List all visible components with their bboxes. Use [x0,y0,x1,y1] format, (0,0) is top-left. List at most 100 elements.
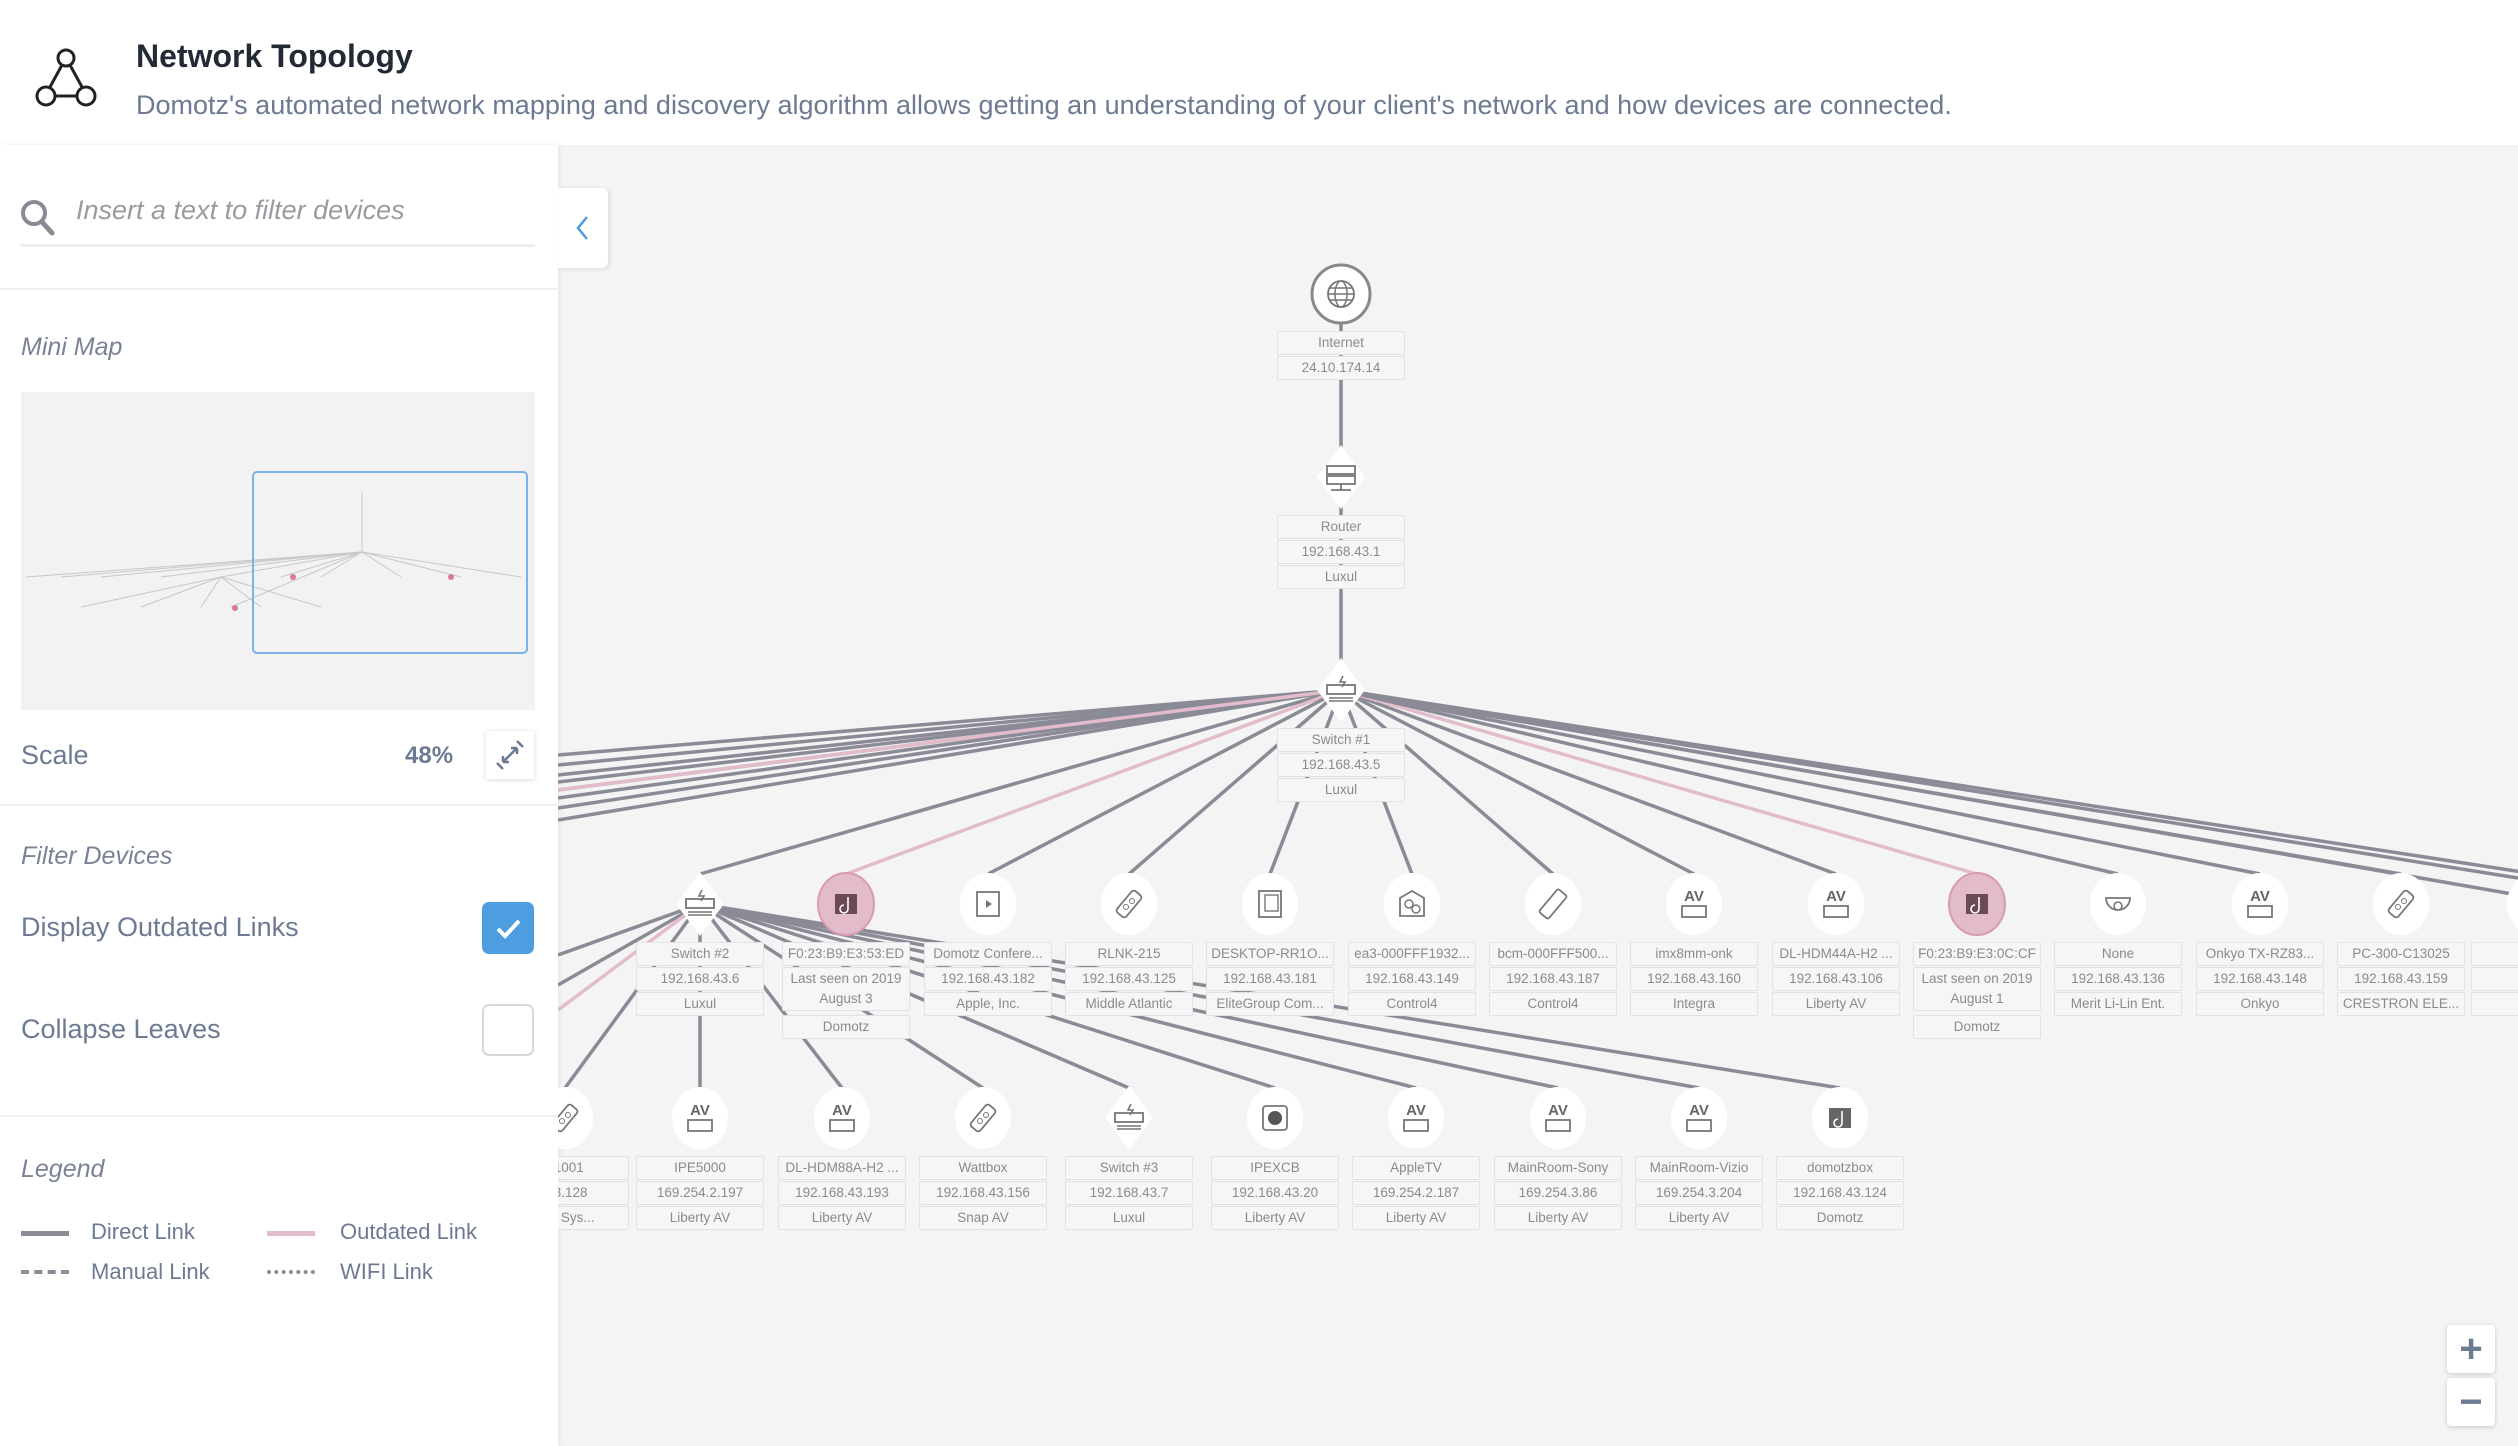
node-ip-label: 192.168.43.106 [1772,967,1900,991]
node-name-label: DL-HDM88A-H2 ... [778,1156,906,1180]
node-ip-label: 192.168.43.148 [2196,967,2324,991]
node-name-label: IPE5000 [636,1156,764,1180]
device-node[interactable] [1242,873,1298,935]
device-node[interactable]: AV [672,1087,728,1149]
device-node[interactable] [1525,873,1581,935]
device-node[interactable] [2507,873,2518,935]
node-ip-label: Last seen on 2019 August 1 [1913,967,2041,1011]
node-vendor-label: CRE [2471,992,2518,1016]
collapse-leaves-checkbox[interactable] [482,1004,534,1056]
divider [0,288,558,290]
legend-title: Legend [21,1155,105,1183]
device-node[interactable] [955,1087,1011,1149]
node-name-label: Internet [1277,331,1405,355]
node-vendor-label: Liberty AV [1635,1206,1763,1230]
node-ip-label: 192 [2471,967,2518,991]
device-node[interactable] [1812,1087,1868,1149]
device-node[interactable] [2373,873,2429,935]
node-vendor-label: Luxul [1277,778,1405,802]
node-ip-label: 169.254.2.187 [1352,1181,1480,1205]
node-ip-label: 24.10.174.14 [1277,356,1405,380]
device-node[interactable]: AV [1388,1087,1444,1149]
node-ip-label: 192.168.43.149 [1348,967,1476,991]
device-node[interactable] [960,873,1016,935]
node-ip-label: 192.168.43.20 [1211,1181,1339,1205]
device-node[interactable]: AV [2232,873,2288,935]
node-name-label: Domotz Confere... [924,942,1052,966]
display-outdated-links-checkbox[interactable] [482,902,534,954]
node-name-label: MainRoom-Sony [1494,1156,1622,1180]
node-ip-label: 169.254.2.197 [636,1181,764,1205]
topology-canvas[interactable]: AV AV AV AV AV AV AV AV Internet 24.10.174.14 Rou… [558,145,2518,1446]
node-ip-label: 192.168.43.7 [1065,1181,1193,1205]
search-field[interactable] [20,187,535,247]
topology-graph[interactable]: AV AV AV AV AV AV AV AV [558,145,2518,1446]
search-icon [21,200,55,236]
search-input[interactable] [76,195,526,226]
node-name-label: None [2054,942,2182,966]
direct-link-swatch [21,1231,69,1236]
device-node[interactable] [1948,872,2006,936]
device-node[interactable]: AV [814,1087,870,1149]
node-ip-label: 192.168.43.193 [778,1181,906,1205]
device-node[interactable]: AV [1666,873,1722,935]
device-node[interactable] [817,872,875,936]
minimap-viewport[interactable] [252,471,528,654]
device-node[interactable] [558,1087,593,1149]
node-ip-label: 169.254.3.204 [1635,1181,1763,1205]
page-header: Network Topology Domotz's automated netw… [0,0,2518,145]
node-ip-label: 192.168.43.182 [924,967,1052,991]
collapse-sidebar-button[interactable] [558,188,608,268]
filter-outdated-label: Display Outdated Links [21,912,299,942]
zoom-in-button[interactable]: + [2447,1325,2495,1373]
device-node[interactable]: AV [1808,873,1864,935]
node-name-label: RLNK-215 [1065,942,1193,966]
divider [0,1115,558,1117]
filter-title: Filter Devices [21,842,173,870]
device-node[interactable] [1101,873,1157,935]
device-node[interactable]: AV [1530,1087,1586,1149]
device-node[interactable]: AV [1671,1087,1727,1149]
minimap[interactable] [21,392,535,710]
wifi-link-swatch [267,1270,315,1274]
node-ip-label: 192.168.43.187 [1489,967,1617,991]
node-name-label: IPEXCB [1211,1156,1339,1180]
chevron-left-icon [576,216,588,240]
node-vendor-label: Control4 [1489,992,1617,1016]
node-vendor-label: Liberty AV [636,1206,764,1230]
svg-text:AV: AV [690,1102,710,1119]
node-name-label: Wattbox [919,1156,1047,1180]
device-node[interactable] [1384,873,1440,935]
node-name-label: imx8mm-onk [1630,942,1758,966]
link-direct [1340,688,2119,876]
fit-to-screen-button[interactable] [486,731,534,779]
node-vendor-label: Liberty AV [1352,1206,1480,1230]
node-name-label: F0:23:B9:E3:0C:CF [1913,942,2041,966]
filter-collapse-label: Collapse Leaves [21,1014,221,1044]
node-vendor-label: Integra [1630,992,1758,1016]
device-node[interactable] [2090,873,2146,935]
node-name-label: bcm-000FFF500... [1489,942,1617,966]
node-name-label: AppleTV [1352,1156,1480,1180]
domotz-icon [1966,894,1988,914]
node-vendor-label: Luxul [636,992,764,1016]
domotz-icon [835,894,857,914]
node-vendor-label: Domotz [1913,1015,2041,1039]
node-vendor-label: Middle Atlantic [1065,992,1193,1016]
svg-text:AV: AV [1548,1102,1568,1119]
node-vendor-label: wer Sys... [558,1206,629,1230]
node-router[interactable] [1317,445,1365,509]
legend-manual: Manual Link [91,1259,210,1284]
svg-text:AV: AV [2250,888,2270,905]
node-switch-1[interactable] [1317,658,1365,722]
device-node[interactable] [1247,1087,1303,1149]
svg-text:AV: AV [1684,888,1704,905]
scale-label: Scale [21,740,89,770]
device-node[interactable] [1105,1086,1153,1150]
node-name-label: T [2471,942,2518,966]
zoom-out-button[interactable]: − [2447,1378,2495,1426]
checkmark-icon [496,919,521,939]
node-name-label: Onkyo TX-RZ83... [2196,942,2324,966]
node-internet[interactable] [1310,263,1372,325]
node-name-label: DL-HDM44A-H2 ... [1772,942,1900,966]
